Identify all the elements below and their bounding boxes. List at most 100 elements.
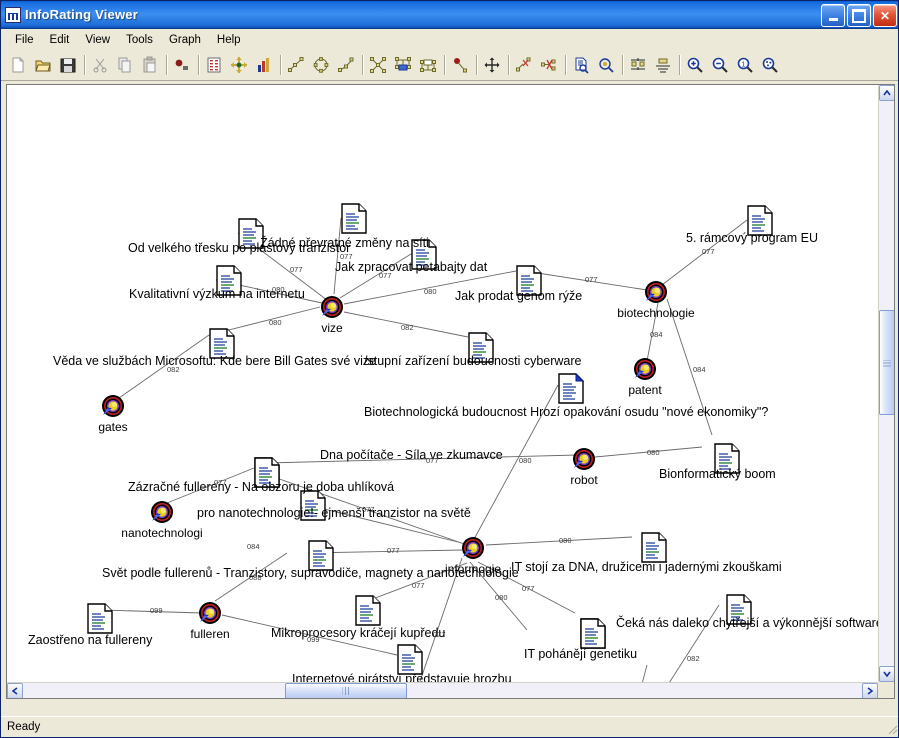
horizontal-scrollbar[interactable] (7, 682, 878, 698)
document-node-label: 5. rámcový program EU (686, 231, 818, 245)
toolbar-separator (473, 54, 480, 76)
node-search-icon[interactable] (594, 54, 618, 77)
document-node-selected[interactable] (558, 373, 584, 404)
document-node-label: /stupní zařízení budoucnosti cyberware (364, 354, 582, 368)
zoom-actual-icon[interactable]: 1 (733, 54, 757, 77)
hide-node-icon[interactable] (512, 54, 536, 77)
document-node[interactable] (397, 644, 423, 675)
status-bar: Ready (1, 716, 898, 737)
menu-item-edit[interactable]: Edit (42, 32, 78, 48)
document-search-icon[interactable] (569, 54, 593, 77)
edge-weight-label: 077 (585, 275, 598, 284)
tree-down-layout-icon[interactable] (391, 54, 415, 77)
open-folder-icon[interactable] (31, 54, 55, 77)
toolbar-separator (195, 54, 202, 76)
hub-node[interactable] (634, 358, 656, 380)
menu-item-file[interactable]: File (7, 32, 42, 48)
bar-chart-icon[interactable] (252, 54, 276, 77)
move-layout-icon[interactable] (227, 54, 251, 77)
select-pin-icon[interactable] (448, 54, 472, 77)
hub-node-label: nanotechnologi (121, 526, 203, 540)
hub-node[interactable] (462, 537, 484, 559)
zoom-in-icon[interactable] (683, 54, 707, 77)
hub-node[interactable] (151, 501, 173, 523)
edge-weight-label: 077 (340, 252, 353, 261)
hub-node-label: patent (628, 383, 662, 397)
edge-weight-label: 082 (401, 323, 414, 332)
curve-layout-icon[interactable] (334, 54, 358, 77)
star-layout-icon[interactable] (366, 54, 390, 77)
scroll-left-arrow[interactable] (7, 683, 23, 698)
title-bar: InfoRating Viewer ✕ (1, 1, 898, 29)
line-layout-icon[interactable] (284, 54, 308, 77)
hub-node[interactable] (321, 296, 343, 318)
new-document-icon[interactable] (6, 54, 30, 77)
align-horizontal-icon[interactable] (651, 54, 675, 77)
graph-edges-layer (87, 203, 773, 683)
graph-edge[interactable] (637, 664, 648, 683)
save-disk-icon[interactable] (56, 54, 80, 77)
menu-item-view[interactable]: View (77, 32, 118, 48)
edge-weight-label: 080 (495, 593, 508, 602)
edge-weight-label: 077 (290, 265, 303, 274)
hub-node-label: robot (570, 473, 598, 487)
vertical-scrollbar[interactable] (878, 85, 894, 682)
edge-weight-label: 084 (693, 365, 706, 374)
edge-weight-label: 080 (424, 287, 437, 296)
menu-item-tools[interactable]: Tools (118, 32, 161, 48)
hide-edge-icon[interactable] (537, 54, 561, 77)
graph-canvas[interactable]: Žádné převratné změny na síti Od velkého … (7, 85, 879, 683)
menu-item-help[interactable]: Help (209, 32, 249, 48)
edge-weight-label: 077 (522, 584, 535, 593)
menu-bar: File Edit View Tools Graph Help (1, 29, 898, 50)
scrollbar-corner (878, 682, 894, 698)
menu-item-graph[interactable]: Graph (161, 32, 209, 48)
edge-weight-label: 082 (167, 365, 180, 374)
document-node-label: Zaostřeno na fullereny (28, 633, 153, 647)
edge-weight-label: 099 (150, 606, 163, 615)
document-node[interactable] (641, 532, 667, 563)
svg-text:1: 1 (742, 62, 746, 69)
zoom-fit-icon[interactable] (758, 54, 782, 77)
edge-weight-label: 077 (412, 581, 425, 590)
add-node-icon[interactable] (170, 54, 194, 77)
align-vertical-icon[interactable] (626, 54, 650, 77)
grid-layout-icon[interactable] (202, 54, 226, 77)
edge-weight-label: 084 (247, 542, 260, 551)
document-node-label: Zázračné fullereny - Na obzoru je doba u… (128, 480, 395, 494)
hub-node[interactable] (645, 281, 667, 303)
scroll-down-arrow[interactable] (879, 666, 894, 682)
document-node[interactable] (580, 618, 606, 649)
document-node[interactable] (355, 595, 381, 626)
edge-weight-label: 084 (650, 330, 663, 339)
zoom-out-icon[interactable] (708, 54, 732, 77)
vertical-scrollbar-thumb[interactable] (879, 310, 894, 415)
toolbar-separator (441, 54, 448, 76)
document-node-label: Jak prodat genom rýže (455, 289, 583, 303)
hub-node[interactable] (573, 448, 595, 470)
hub-node[interactable] (102, 395, 124, 417)
hub-node-label: vize (321, 321, 343, 335)
scroll-right-arrow[interactable] (862, 683, 878, 698)
minimize-button[interactable] (821, 4, 845, 27)
tree-up-layout-icon[interactable] (416, 54, 440, 77)
paste-icon[interactable] (138, 54, 162, 77)
close-button[interactable]: ✕ (873, 4, 897, 27)
hub-node[interactable] (199, 602, 221, 624)
circular-layout-icon[interactable] (309, 54, 333, 77)
horizontal-scrollbar-thumb[interactable] (285, 683, 407, 698)
application-window: InfoRating Viewer ✕ File Edit View Tools… (0, 0, 899, 738)
cut-scissors-icon[interactable] (88, 54, 112, 77)
document-node-label: IT pohánějí genetiku (524, 647, 638, 661)
status-text: Ready (7, 721, 41, 733)
maximize-button[interactable] (847, 4, 871, 27)
copy-icon[interactable] (113, 54, 137, 77)
hub-node-label: biotechnologie (617, 306, 695, 320)
edge-weight-label: 080 (519, 456, 532, 465)
toolbar-separator (505, 54, 512, 76)
scroll-up-arrow[interactable] (879, 85, 894, 101)
pan-move-icon[interactable] (480, 54, 504, 77)
document-node-label: IT stojí za DNA, družicemi i jadernými z… (511, 560, 782, 574)
document-node[interactable] (341, 203, 367, 234)
document-node[interactable] (87, 603, 113, 634)
